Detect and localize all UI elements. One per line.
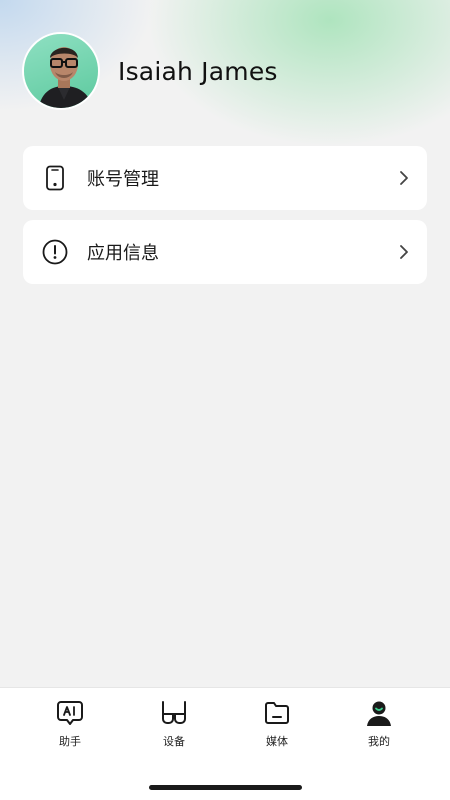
menu-item-app-info[interactable]: 应用信息 <box>23 220 427 284</box>
phone-icon <box>41 164 69 192</box>
home-indicator[interactable] <box>149 785 302 790</box>
menu-item-label: 应用信息 <box>87 243 159 264</box>
chevron-right-icon <box>397 242 411 262</box>
user-name: Isaiah James <box>118 56 278 86</box>
tab-label: 我的 <box>368 735 390 748</box>
ai-chat-icon <box>56 699 84 727</box>
bottom-tab-bar: 助手 设备 媒体 我的 <box>0 687 450 800</box>
info-circle-icon <box>41 238 69 266</box>
profile-header: Isaiah James <box>22 32 278 110</box>
menu-item-label: 账号管理 <box>87 169 159 190</box>
tab-media[interactable]: 媒体 <box>242 699 312 751</box>
menu-item-account-management[interactable]: 账号管理 <box>23 146 427 210</box>
tab-devices[interactable]: 设备 <box>139 699 209 751</box>
tab-label: 助手 <box>59 735 81 748</box>
tab-label: 设备 <box>163 735 185 748</box>
avatar[interactable] <box>22 32 100 110</box>
person-icon <box>365 699 393 727</box>
tab-assistant[interactable]: 助手 <box>35 699 105 751</box>
tab-me[interactable]: 我的 <box>344 699 414 751</box>
glasses-icon <box>160 699 188 727</box>
avatar-photo <box>38 47 93 108</box>
tab-label: 媒体 <box>266 735 288 748</box>
chevron-right-icon <box>397 168 411 188</box>
folder-icon <box>263 699 291 727</box>
